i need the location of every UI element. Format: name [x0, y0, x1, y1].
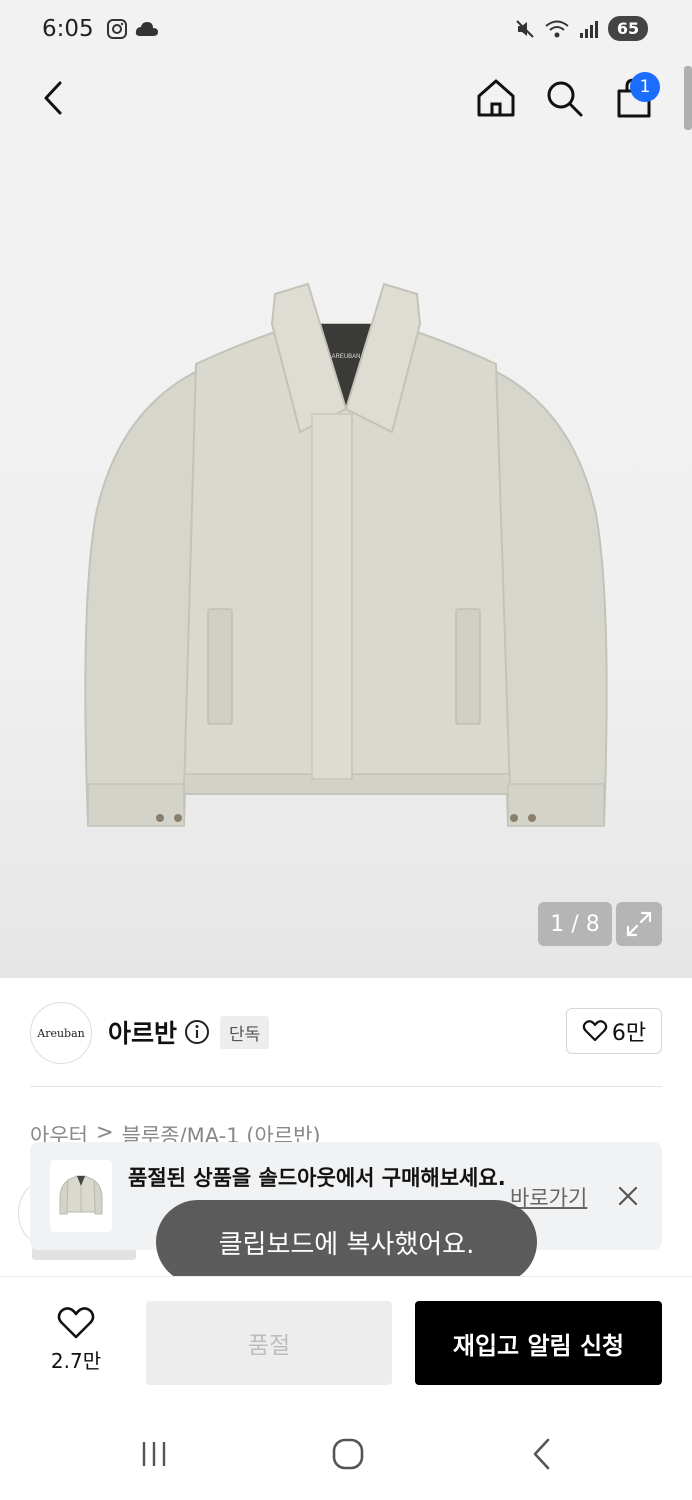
signal-icon [580, 20, 598, 38]
search-button[interactable] [538, 72, 590, 124]
close-icon[interactable] [614, 1182, 642, 1210]
brand-like-count: 6만 [611, 1021, 647, 1046]
soldout-banner-message: 품절된 상품을 솔드아웃에서 구매해보세요. [128, 1166, 506, 1190]
bottom-action-bar: 2.7만 품절 재입고 알림 신청 [0, 1276, 692, 1404]
battery-indicator: 65 [608, 16, 648, 41]
exclusive-tag: 단독 [220, 1016, 270, 1049]
brand-logo[interactable]: Areuban [30, 1002, 92, 1064]
back-chevron-icon [533, 1438, 550, 1470]
status-time: 6:05 [42, 16, 94, 42]
divider [30, 1086, 662, 1087]
soldout-button[interactable]: 품절 [146, 1301, 392, 1385]
brand-row: Areuban 아르반 단독 6만 [30, 1000, 662, 1064]
top-nav: 1 [0, 62, 692, 134]
status-bar: 6:05 65 [0, 0, 692, 62]
home-button[interactable] [470, 72, 522, 124]
jacket-brand-label: AREUBAN [331, 354, 360, 360]
scrollbar[interactable] [684, 66, 692, 130]
clipboard-toast: 클립보드에 복사했어요. [156, 1200, 537, 1284]
cart-button[interactable]: 1 [608, 72, 660, 124]
soldout-shortcut-link[interactable]: 바로가기 [510, 1182, 587, 1212]
wishlist-button[interactable]: 2.7만 [40, 1305, 112, 1375]
mute-icon [516, 19, 534, 38]
instagram-icon [107, 19, 127, 39]
weather-icon [135, 22, 158, 36]
wifi-icon [545, 20, 569, 37]
home-circle-icon [332, 1438, 364, 1470]
brand-logo-text: Areuban [37, 1026, 85, 1040]
system-nav-bar [0, 1404, 692, 1500]
wishlist-count: 2.7만 [50, 1349, 102, 1373]
home-icon [477, 79, 515, 117]
back-arrow-icon [44, 81, 62, 115]
jacket-thumbnail-image [59, 1175, 103, 1215]
system-back-button[interactable] [518, 1432, 566, 1476]
recent-apps-icon [142, 1442, 166, 1466]
expand-icon [626, 911, 652, 937]
expand-image-button[interactable] [616, 902, 662, 946]
heart-outline-icon [57, 1307, 95, 1339]
jacket-image: AREUBAN [84, 282, 608, 827]
recent-apps-button[interactable] [130, 1432, 178, 1476]
system-home-button[interactable] [324, 1432, 372, 1476]
image-counter: 1 / 8 [538, 902, 612, 946]
status-right-group: 65 [514, 16, 648, 41]
cart-count-badge: 1 [630, 72, 660, 102]
product-image-gallery[interactable]: AREUBAN 1 / 8 [0, 134, 692, 978]
heart-icon [582, 1020, 608, 1042]
status-left-icons [106, 18, 160, 40]
brand-name[interactable]: 아르반 [108, 1014, 177, 1050]
banner-thumbnail [50, 1160, 112, 1232]
back-button[interactable] [28, 72, 80, 124]
search-icon [547, 81, 583, 117]
brand-like-button[interactable]: 6만 [566, 1008, 662, 1054]
restock-alert-button[interactable]: 재입고 알림 신청 [415, 1301, 662, 1385]
info-icon[interactable] [184, 1019, 210, 1045]
